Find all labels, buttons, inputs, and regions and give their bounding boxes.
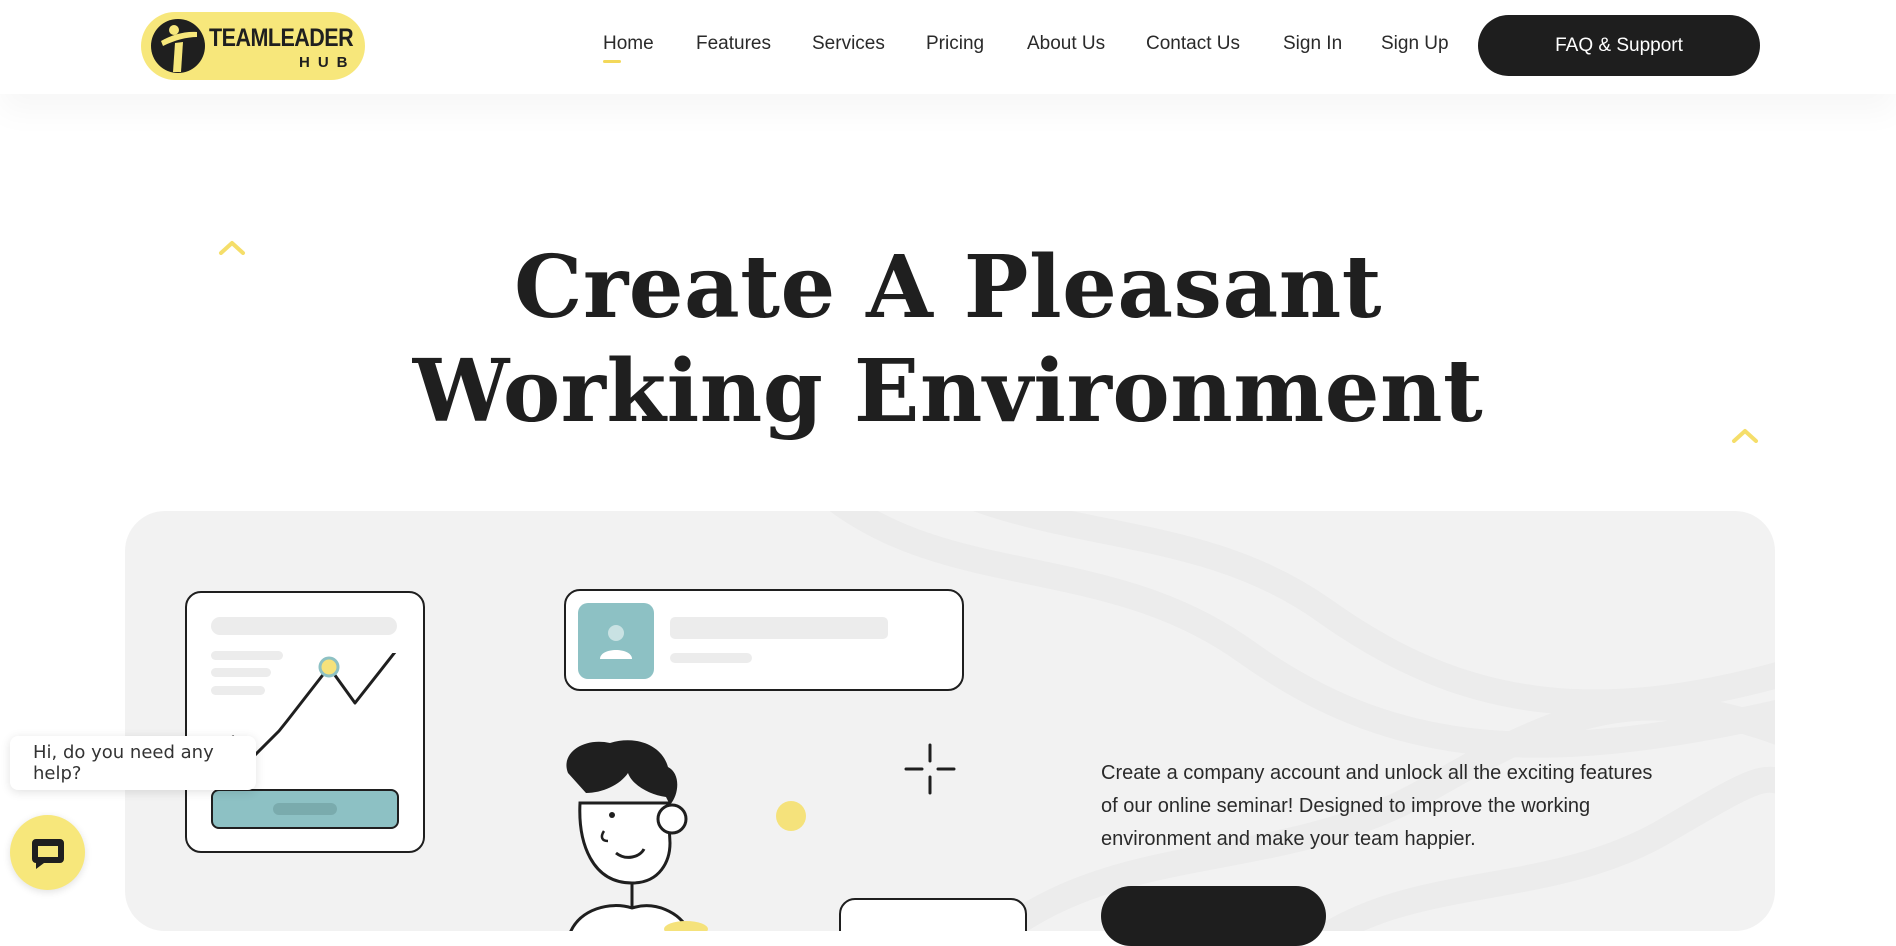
logo-mark-icon	[151, 19, 205, 73]
placeholder-bar	[211, 617, 397, 635]
nav-services[interactable]: Services	[812, 33, 885, 55]
nav-pricing[interactable]: Pricing	[926, 33, 984, 55]
chat-icon	[31, 838, 64, 869]
hero-title-line-2: Working Environment	[412, 341, 1484, 442]
nav-sign-in[interactable]: Sign In	[1283, 33, 1342, 55]
brand-subname: HUB	[299, 54, 356, 71]
nav-contact-us[interactable]: Contact Us	[1146, 33, 1240, 55]
card-action-bar	[211, 789, 399, 829]
user-avatar-icon	[578, 603, 654, 679]
placeholder-line	[670, 653, 752, 663]
hero-title: Create A Pleasant Working Environment	[0, 236, 1896, 444]
placeholder-bar	[670, 617, 888, 639]
brand-name: TEAMLEADER	[209, 24, 354, 52]
brand-logo[interactable]: TEAMLEADER HUB	[141, 12, 365, 80]
chat-greeting-text: Hi, do you need any help?	[33, 742, 214, 784]
chart-card	[185, 591, 425, 853]
panel-primary-button[interactable]	[1101, 886, 1326, 946]
faq-support-button[interactable]: FAQ & Support	[1478, 15, 1760, 76]
person-illustration	[566, 740, 708, 931]
decor-dot	[776, 801, 806, 831]
nav-home[interactable]: Home	[603, 33, 654, 63]
panel-description: Create a company account and unlock all …	[1101, 762, 1653, 850]
profile-card	[564, 589, 964, 691]
site-header: TEAMLEADER HUB Home Features Services Pr…	[0, 0, 1896, 94]
chat-greeting-bubble[interactable]: Hi, do you need any help?	[10, 736, 256, 790]
nav-about-us[interactable]: About Us	[1027, 33, 1105, 55]
sparkle-icon	[904, 743, 956, 795]
feature-panel	[125, 511, 1775, 931]
hero-title-line-1: Create A Pleasant	[514, 237, 1382, 338]
chat-launcher-button[interactable]	[10, 815, 85, 890]
nav-sign-up[interactable]: Sign Up	[1381, 33, 1449, 55]
nav-features[interactable]: Features	[696, 33, 771, 55]
